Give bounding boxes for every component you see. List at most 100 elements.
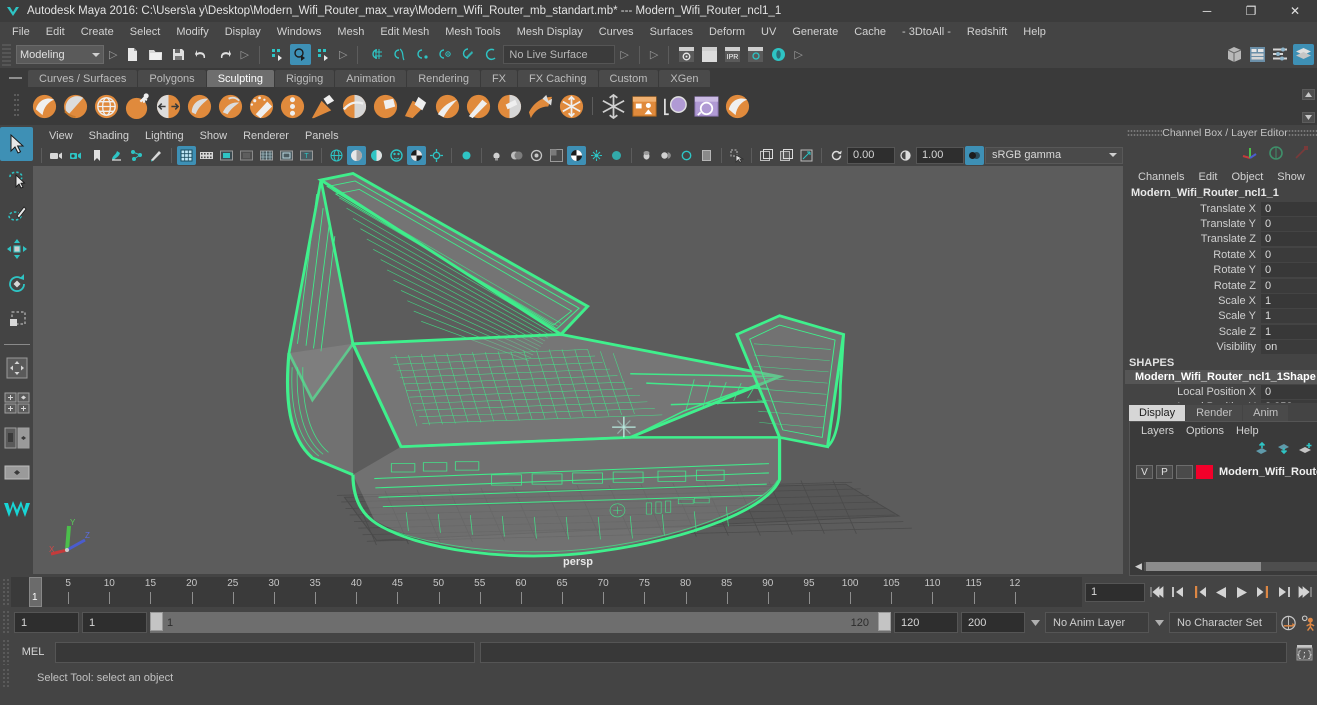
animation-preferences-icon[interactable] — [1280, 613, 1297, 632]
channel-row[interactable]: Rotate Z0 — [1125, 278, 1317, 293]
close-button[interactable]: ✕ — [1273, 0, 1317, 22]
shelf-tab-sculpting[interactable]: Sculpting — [206, 70, 274, 87]
channel-value[interactable]: 8.358 — [1261, 399, 1317, 403]
channel-value[interactable]: 1 — [1261, 324, 1317, 339]
channel-value[interactable]: 1 — [1261, 294, 1317, 309]
time-slider-grip[interactable] — [2, 578, 11, 606]
channel-name[interactable]: Translate Z — [1125, 233, 1261, 245]
channel-name[interactable]: Rotate X — [1125, 249, 1261, 261]
script-editor-icon[interactable]: {;} — [1296, 643, 1313, 662]
channel-name[interactable]: Translate Y — [1125, 218, 1261, 230]
make-live-icon[interactable] — [480, 44, 501, 65]
grid-toggle-icon[interactable] — [177, 145, 196, 165]
show-hide-attribute-editor-icon[interactable] — [1247, 44, 1268, 65]
viewport-menu-show[interactable]: Show — [192, 129, 236, 143]
viewport-light-3-icon[interactable] — [677, 146, 696, 165]
menu-select[interactable]: Select — [122, 24, 169, 40]
channel-value[interactable]: 0 — [1261, 384, 1317, 399]
layer-menu-options[interactable]: Options — [1180, 424, 1230, 438]
snap-to-view-plane-icon[interactable] — [457, 44, 478, 65]
hypershade-icon[interactable] — [745, 44, 766, 65]
collapse-arrow-4[interactable]: ▷ — [620, 48, 628, 61]
channel-row[interactable]: Rotate Y0 — [1125, 263, 1317, 278]
anim-end-field[interactable]: 200 — [961, 612, 1025, 633]
channel-box-menu-edit[interactable]: Edit — [1191, 170, 1224, 184]
render-view-icon[interactable] — [768, 44, 789, 65]
exposure-field[interactable]: 0.00 — [847, 146, 895, 164]
move-layer-down-icon[interactable] — [1276, 442, 1291, 458]
manipulator-axis-icon[interactable] — [1241, 145, 1259, 164]
channel-value[interactable]: 1 — [1261, 309, 1317, 324]
foamy-tool-icon[interactable] — [215, 91, 246, 122]
bookmark-icon[interactable] — [87, 146, 106, 165]
pinch-tool-icon[interactable] — [153, 91, 184, 122]
flood-sculpt-icon[interactable] — [722, 91, 753, 122]
range-slider-grip[interactable] — [2, 610, 11, 635]
menu-help[interactable]: Help — [1015, 24, 1054, 40]
hypergraph-layout-icon[interactable] — [0, 456, 33, 490]
lighting-none-icon[interactable] — [457, 146, 476, 165]
step-back-keyframe-icon[interactable] — [1170, 583, 1187, 602]
range-slider-bar[interactable]: 1 120 — [150, 612, 891, 633]
move-layer-up-icon[interactable] — [1254, 441, 1269, 458]
panel-drag-dots-left[interactable] — [1127, 129, 1163, 137]
menu-edit[interactable]: Edit — [38, 24, 73, 40]
viewport-shadow-toggle-icon[interactable] — [697, 146, 716, 165]
menu-generate[interactable]: Generate — [784, 24, 846, 40]
mirror-sculpt-icon[interactable] — [691, 91, 722, 122]
lighting-all-icon[interactable] — [487, 146, 506, 165]
live-surface-field[interactable]: No Live Surface — [503, 45, 616, 64]
layer-tab-anim[interactable]: Anim — [1243, 405, 1289, 421]
smooth-shade-all-icon[interactable] — [347, 145, 366, 165]
layer-list-hscrollbar[interactable]: ◀ ▶ — [1133, 561, 1317, 572]
shelf-tab-animation[interactable]: Animation — [335, 70, 407, 87]
menu-modify[interactable]: Modify — [168, 24, 216, 40]
channel-value[interactable]: 0 — [1261, 278, 1317, 293]
channel-name[interactable]: Translate X — [1125, 203, 1261, 215]
character-set-icon[interactable] — [1300, 613, 1317, 632]
channel-box-menu-channels[interactable]: Channels — [1131, 170, 1191, 184]
channel-row[interactable]: Local Position X0 — [1125, 384, 1317, 399]
flatten-tool-icon[interactable] — [184, 91, 215, 122]
shelf-tab-custom[interactable]: Custom — [598, 70, 659, 87]
collapse-arrow-2[interactable]: ▷ — [240, 48, 248, 61]
select-by-object-icon[interactable] — [289, 44, 311, 65]
command-input[interactable] — [55, 641, 475, 663]
viewport-menu-shading[interactable]: Shading — [81, 129, 137, 143]
single-perspective-layout-icon[interactable] — [0, 421, 33, 455]
channel-name[interactable]: Rotate Z — [1125, 280, 1261, 292]
grab-tool-icon[interactable] — [122, 91, 153, 122]
channel-box-menu-object[interactable]: Object — [1224, 170, 1270, 184]
play-backwards-icon[interactable] — [1212, 583, 1229, 602]
channel-name[interactable]: Rotate Y — [1125, 264, 1261, 276]
wireframe-icon[interactable] — [327, 146, 346, 165]
open-scene-icon[interactable] — [145, 44, 166, 65]
channel-row[interactable]: Local Position Y8.358 — [1125, 399, 1317, 403]
menu-windows[interactable]: Windows — [269, 24, 330, 40]
maximize-button[interactable]: ❐ — [1229, 0, 1273, 22]
convert-to-frozen-icon[interactable] — [598, 91, 629, 122]
manipulator-scale-icon[interactable] — [1293, 145, 1309, 164]
fill-tool-icon[interactable] — [401, 91, 432, 122]
channel-value[interactable]: 0 — [1261, 217, 1317, 232]
shelf-tab-grip[interactable] — [2, 68, 28, 87]
menu-display[interactable]: Display — [217, 24, 269, 40]
display-textures-icon[interactable] — [607, 146, 626, 165]
ipr-render-icon[interactable]: IPR — [722, 44, 743, 65]
shelf-tab-rigging[interactable]: Rigging — [274, 70, 335, 87]
playback-options-chevron-icon[interactable] — [1028, 619, 1042, 626]
channel-row[interactable]: Scale Z1 — [1125, 324, 1317, 339]
shelf-tab-polygons[interactable]: Polygons — [138, 70, 206, 87]
layer-menu-layers[interactable]: Layers — [1135, 424, 1180, 438]
channel-value[interactable]: on — [1261, 340, 1317, 355]
persp-outliner-layout-icon[interactable] — [0, 386, 33, 420]
anim-layer-chevron-icon[interactable] — [1152, 619, 1166, 626]
image-plane-icon[interactable] — [107, 146, 126, 165]
shelf-scroll-down-icon[interactable] — [1302, 112, 1315, 123]
grease-pencil-icon[interactable] — [147, 146, 166, 165]
collapse-arrow-5[interactable]: ▷ — [650, 48, 658, 61]
render-current-frame-icon[interactable] — [676, 44, 697, 65]
viewport-light-2-icon[interactable] — [657, 146, 676, 165]
xray-joints-icon[interactable] — [427, 146, 446, 165]
collapse-arrow-1[interactable]: ▷ — [109, 48, 117, 61]
